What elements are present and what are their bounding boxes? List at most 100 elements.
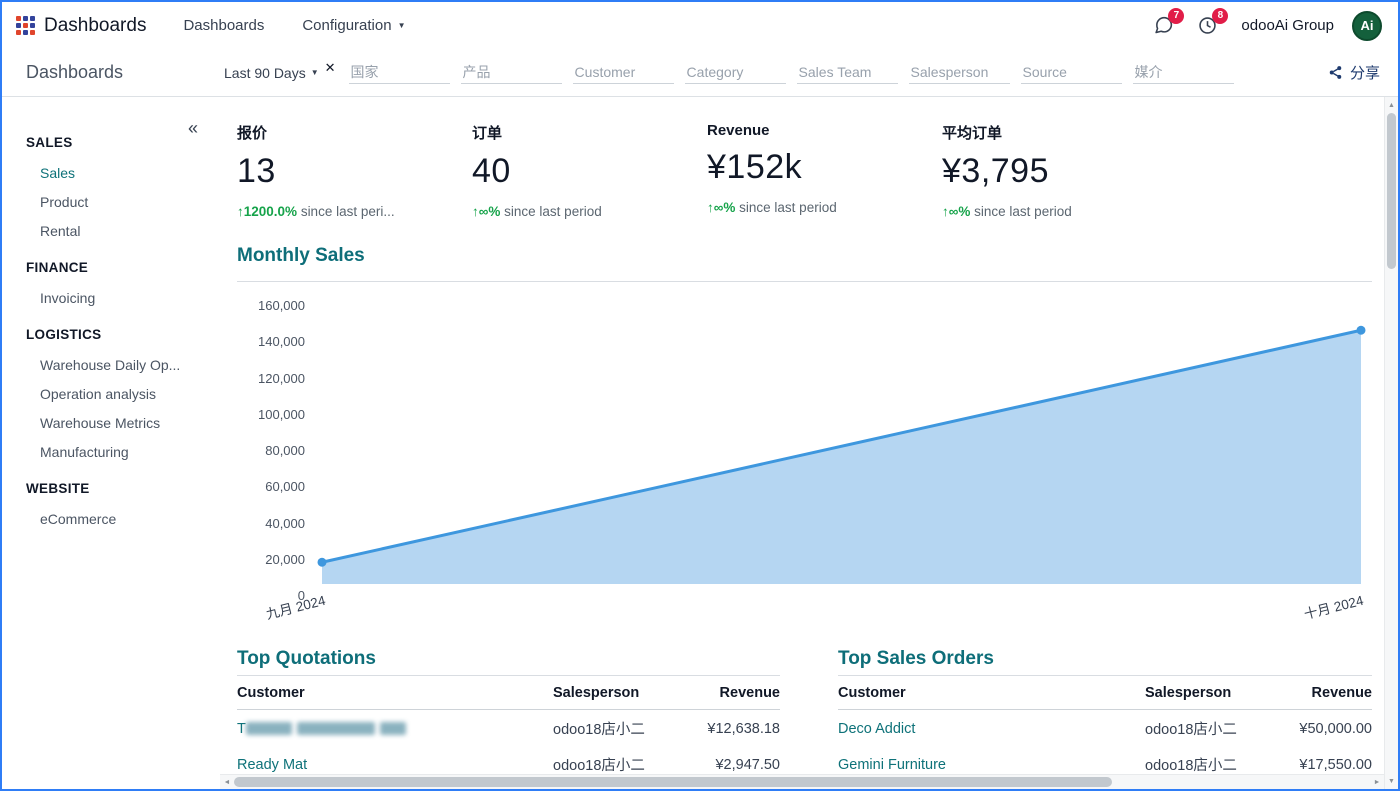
remove-filter-icon[interactable]: ✕ [325,60,336,76]
kpi-delta-text: since last peri... [301,204,395,219]
top-navbar: Dashboards Dashboards Configuration ▼ 7 … [2,2,1398,49]
table-row: T odoo18店小二 ¥12,638.18 [237,710,780,747]
kpi-delta-text: since last period [974,204,1072,219]
sidebar-item-ecommerce[interactable]: eCommerce [2,505,220,534]
sidebar-item-warehouse-metrics[interactable]: Warehouse Metrics [2,409,220,438]
sidebar-item-sales[interactable]: Sales [2,159,220,188]
menu-dashboards-label: Dashboards [183,17,264,34]
sidebar-item-rental[interactable]: Rental [2,217,220,246]
chart-y-tick: 160,000 [237,298,305,314]
table-row: Deco Addict odoo18店小二 ¥50,000.00 [838,710,1372,747]
date-filter-label: Last 90 Days [224,65,306,81]
activities-button[interactable]: 8 [1189,8,1225,44]
chevron-down-icon: ▼ [311,69,319,77]
messages-button[interactable]: 7 [1145,8,1181,44]
sidebar-item-invoicing[interactable]: Invoicing [2,284,220,313]
top-quotations-block: Top Quotations Customer Salesperson Reve… [237,648,780,789]
company-name[interactable]: odooAi Group [1241,17,1334,34]
col-revenue: Revenue [675,676,780,710]
customer-link[interactable]: Deco Addict [838,721,915,737]
up-arrow-icon: ↑ [942,204,949,219]
filter-customer-input[interactable] [573,61,674,84]
main-menu: Dashboards Configuration ▼ [164,2,424,49]
vertical-scrollbar-thumb[interactable] [1387,113,1396,269]
page-title: Dashboards [26,62,224,83]
customer-cell[interactable]: Deco Addict [838,710,1145,747]
chart-y-tick: 100,000 [237,407,305,423]
col-salesperson: Salesperson [1145,676,1267,710]
share-icon [1328,65,1343,80]
horizontal-scrollbar[interactable]: ◄ ► [220,774,1384,789]
kpi-delta-pct: 1200.0% [244,204,297,219]
col-salesperson: Salesperson [553,676,675,710]
filter-salesperson-input[interactable] [909,61,1010,84]
menu-dashboards[interactable]: Dashboards [164,2,283,49]
kpi-value: 13 [237,152,472,191]
sidebar-item-manufacturing[interactable]: Manufacturing [2,438,220,467]
up-arrow-icon: ↑ [472,204,479,219]
filter-sales-team-input[interactable] [797,61,898,84]
chart-x-tick: 十月 2024 [1302,589,1366,623]
sidebar-section-sales: SALES Sales Product Rental [2,121,220,246]
revenue-cell: ¥50,000.00 [1267,710,1372,747]
kpi-orders: 订单 40 ↑∞% since last period [472,122,707,242]
horizontal-scrollbar-thumb[interactable] [234,777,1112,787]
kpi-delta-pct: ∞% [479,204,501,219]
app-window: Dashboards Dashboards Configuration ▼ 7 … [0,0,1400,791]
workspace: « SALES Sales Product Rental FINANCE Inv… [2,97,1398,789]
date-filter-facet[interactable]: Last 90 Days ▼ ✕ [224,65,336,81]
redacted-text [380,722,406,735]
customer-link[interactable]: T [237,721,246,737]
menu-configuration-label: Configuration [302,17,391,34]
kpi-delta-text: since last period [739,200,837,215]
customer-link[interactable]: Ready Mat [237,757,307,773]
monthly-sales-chart: 020,00040,00060,00080,000100,000120,0001… [237,294,1372,646]
revenue-cell: ¥12,638.18 [675,710,780,747]
customer-link[interactable]: Gemini Furniture [838,757,946,773]
kpi-delta-pct: ∞% [714,200,736,215]
share-button[interactable]: 分享 [1328,62,1380,83]
scroll-left-icon[interactable]: ◄ [220,775,234,789]
scroll-right-icon[interactable]: ► [1370,775,1384,789]
chart-title: Monthly Sales [237,245,1372,267]
menu-configuration[interactable]: Configuration ▼ [283,2,424,49]
top-sales-orders-table: Customer Salesperson Revenue Deco Addict… [838,676,1372,789]
chart-y-tick: 20,000 [237,552,305,568]
apps-grid-icon [16,16,35,35]
sidebar-section-website: WEBSITE eCommerce [2,467,220,534]
table-header-row: Customer Salesperson Revenue [237,676,780,710]
user-avatar[interactable]: Ai [1352,11,1382,41]
vertical-scrollbar[interactable]: ▲ ▼ [1384,97,1398,789]
filter-source-input[interactable] [1021,61,1122,84]
filter-country-input[interactable] [349,61,450,84]
kpi-delta: ↑∞% since last period [472,204,697,219]
top-quotations-title: Top Quotations [237,648,780,670]
sidebar-item-product[interactable]: Product [2,188,220,217]
scroll-down-icon[interactable]: ▼ [1385,774,1398,788]
chart-y-labels: 020,00040,00060,00080,000100,000120,0001… [237,306,305,596]
sidebar-item-warehouse-daily[interactable]: Warehouse Daily Op... [2,351,220,380]
app-title: Dashboards [44,15,146,37]
tables-row: Top Quotations Customer Salesperson Reve… [237,648,1372,789]
chart-x-labels: 九月 2024十月 2024 [317,584,1366,634]
filter-product-input[interactable] [461,61,562,84]
filter-category-input[interactable] [685,61,786,84]
chart-header: Monthly Sales [237,242,1372,282]
filter-medium-input[interactable] [1133,61,1234,84]
redacted-text [246,722,292,735]
kpi-delta: ↑1200.0% since last peri... [237,204,462,219]
kpi-value: ¥3,795 [942,152,1177,191]
sidebar-item-operation-analysis[interactable]: Operation analysis [2,380,220,409]
chart-y-tick: 80,000 [237,443,305,459]
col-customer: Customer [237,676,553,710]
scroll-up-icon[interactable]: ▲ [1385,98,1398,112]
kpi-quotations: 报价 13 ↑1200.0% since last peri... [237,122,472,242]
control-panel: Dashboards Last 90 Days ▼ ✕ 分享 [2,49,1398,97]
navbar-systray: 7 8 odooAi Group Ai [1145,8,1382,44]
kpi-delta-text: since last period [504,204,602,219]
sidebar-section-title: LOGISTICS [2,313,220,351]
sidebar-section-logistics: LOGISTICS Warehouse Daily Op... Operatio… [2,313,220,467]
customer-cell[interactable]: T [237,710,553,747]
sidebar-collapse-icon[interactable]: « [188,119,198,137]
home-menu-button[interactable]: Dashboards [16,15,146,37]
